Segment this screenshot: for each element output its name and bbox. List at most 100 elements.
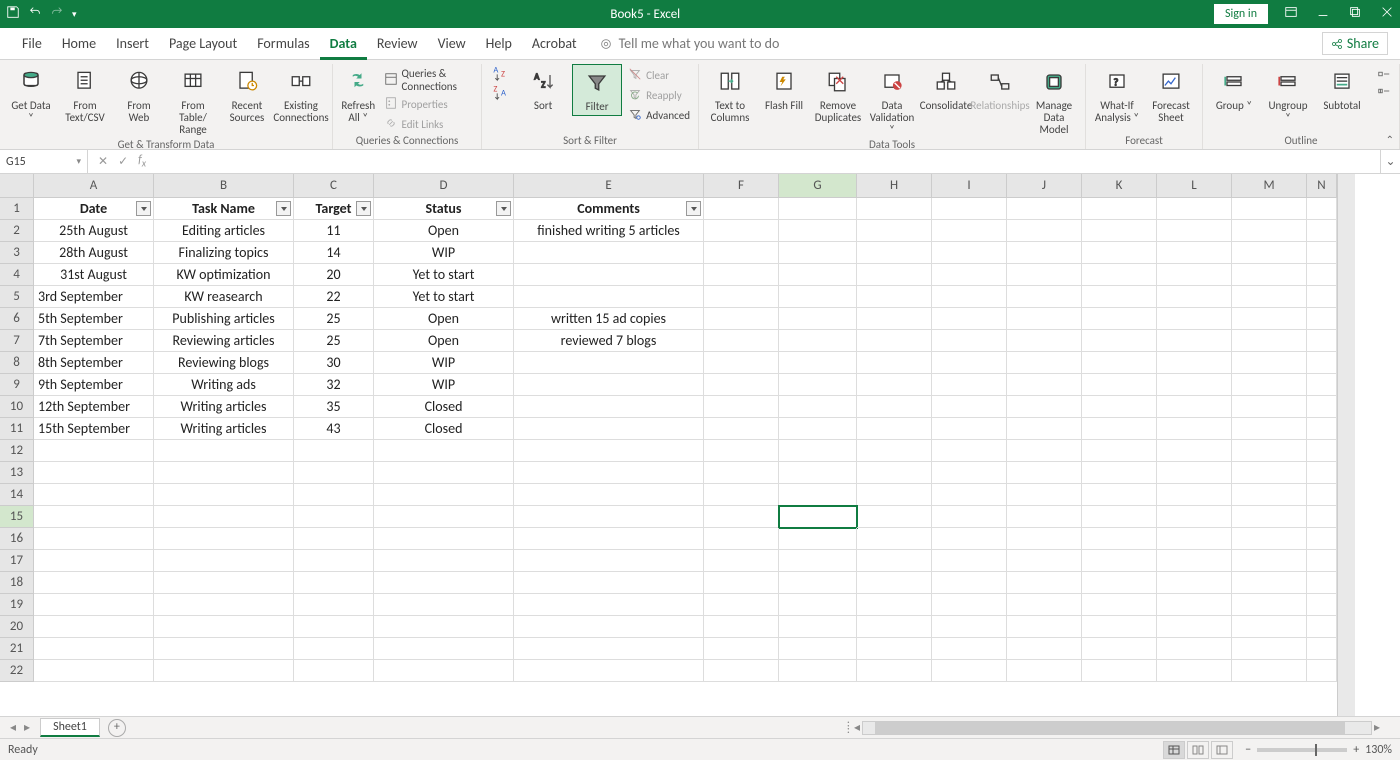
cell-M15[interactable] [1232, 506, 1307, 528]
cell-H1[interactable] [857, 198, 932, 220]
cell-H6[interactable] [857, 308, 932, 330]
cell-K14[interactable] [1082, 484, 1157, 506]
cell-E9[interactable] [514, 374, 704, 396]
minimize-icon[interactable] [1316, 5, 1330, 23]
cell-F20[interactable] [704, 616, 779, 638]
cell-L16[interactable] [1157, 528, 1232, 550]
existing-connections-button[interactable]: Existing Connections [276, 64, 326, 126]
cell-E11[interactable] [514, 418, 704, 440]
cell-K9[interactable] [1082, 374, 1157, 396]
vertical-scrollbar[interactable] [1337, 198, 1355, 716]
queries-connections-button[interactable]: Queries & Connections [382, 66, 476, 94]
cell-B21[interactable] [154, 638, 294, 660]
cell-B12[interactable] [154, 440, 294, 462]
cell-N11[interactable] [1307, 418, 1337, 440]
cell-F15[interactable] [704, 506, 779, 528]
cell-M16[interactable] [1232, 528, 1307, 550]
cell-G10[interactable] [779, 396, 857, 418]
cell-H7[interactable] [857, 330, 932, 352]
ungroup-button[interactable]: Ungroup ˅ [1263, 64, 1313, 126]
cell-L19[interactable] [1157, 594, 1232, 616]
sort-button[interactable]: AZSort [518, 64, 568, 114]
cell-A2[interactable]: 25th August [34, 220, 154, 242]
cell-C2[interactable]: 11 [294, 220, 374, 242]
tab-pagelayout[interactable]: Page Layout [159, 28, 247, 60]
row-header-16[interactable]: 16 [0, 528, 34, 550]
row-header-6[interactable]: 6 [0, 308, 34, 330]
row-header-4[interactable]: 4 [0, 264, 34, 286]
cell-I4[interactable] [932, 264, 1007, 286]
cell-K22[interactable] [1082, 660, 1157, 682]
cell-K10[interactable] [1082, 396, 1157, 418]
cell-B22[interactable] [154, 660, 294, 682]
cell-A11[interactable]: 15th September [34, 418, 154, 440]
cell-K13[interactable] [1082, 462, 1157, 484]
cell-M18[interactable] [1232, 572, 1307, 594]
row-header-5[interactable]: 5 [0, 286, 34, 308]
cell-I21[interactable] [932, 638, 1007, 660]
cell-B18[interactable] [154, 572, 294, 594]
cell-B8[interactable]: Reviewing blogs [154, 352, 294, 374]
collapse-ribbon-icon[interactable]: ⌃ [1386, 133, 1394, 146]
cell-E2[interactable]: finished writing 5 articles [514, 220, 704, 242]
clear-button[interactable]: Clear [626, 66, 692, 85]
cell-D10[interactable]: Closed [374, 396, 514, 418]
name-box[interactable]: G15▾ [0, 150, 88, 173]
cell-L21[interactable] [1157, 638, 1232, 660]
cell-L18[interactable] [1157, 572, 1232, 594]
whatif-button[interactable]: ?What-If Analysis ˅ [1092, 64, 1142, 126]
cell-H22[interactable] [857, 660, 932, 682]
tab-acrobat[interactable]: Acrobat [522, 28, 587, 60]
cell-M12[interactable] [1232, 440, 1307, 462]
cell-M3[interactable] [1232, 242, 1307, 264]
row-header-21[interactable]: 21 [0, 638, 34, 660]
sort-az-button[interactable]: AZZA [488, 64, 514, 102]
row-header-7[interactable]: 7 [0, 330, 34, 352]
data-validation-button[interactable]: Data Validation ˅ [867, 64, 917, 138]
cell-I8[interactable] [932, 352, 1007, 374]
cell-F21[interactable] [704, 638, 779, 660]
row-header-15[interactable]: 15 [0, 506, 34, 528]
show-detail-button[interactable] [1375, 66, 1393, 82]
from-tablerange-button[interactable]: From Table/ Range [168, 64, 218, 138]
cell-A4[interactable]: 31st August [34, 264, 154, 286]
row-header-2[interactable]: 2 [0, 220, 34, 242]
cell-N10[interactable] [1307, 396, 1337, 418]
cell-J13[interactable] [1007, 462, 1082, 484]
ribbon-display-icon[interactable] [1284, 5, 1298, 23]
tab-file[interactable]: File [12, 28, 52, 60]
cell-I18[interactable] [932, 572, 1007, 594]
cell-C18[interactable] [294, 572, 374, 594]
cell-J19[interactable] [1007, 594, 1082, 616]
cell-G8[interactable] [779, 352, 857, 374]
cell-F4[interactable] [704, 264, 779, 286]
cell-D22[interactable] [374, 660, 514, 682]
cell-K18[interactable] [1082, 572, 1157, 594]
cell-H18[interactable] [857, 572, 932, 594]
cell-A5[interactable]: 3rd September [34, 286, 154, 308]
cell-D13[interactable] [374, 462, 514, 484]
close-icon[interactable] [1380, 5, 1394, 23]
cell-J2[interactable] [1007, 220, 1082, 242]
hide-detail-button[interactable] [1375, 83, 1393, 99]
cell-J12[interactable] [1007, 440, 1082, 462]
cell-E20[interactable] [514, 616, 704, 638]
cell-D1[interactable]: Status [374, 198, 514, 220]
flash-fill-button[interactable]: Flash Fill [759, 64, 809, 114]
cell-A16[interactable] [34, 528, 154, 550]
cell-J4[interactable] [1007, 264, 1082, 286]
cell-B15[interactable] [154, 506, 294, 528]
select-all-corner[interactable] [0, 174, 34, 198]
cell-M10[interactable] [1232, 396, 1307, 418]
filter-dropdown-icon[interactable] [686, 201, 701, 216]
cell-M7[interactable] [1232, 330, 1307, 352]
cell-M4[interactable] [1232, 264, 1307, 286]
cell-B11[interactable]: Writing articles [154, 418, 294, 440]
properties-button[interactable]: Properties [382, 95, 476, 114]
cell-C19[interactable] [294, 594, 374, 616]
new-sheet-button[interactable]: + [108, 719, 126, 737]
cell-M2[interactable] [1232, 220, 1307, 242]
tell-me-input[interactable]: Tell me what you want to do [599, 35, 780, 52]
cell-D3[interactable]: WIP [374, 242, 514, 264]
cell-G5[interactable] [779, 286, 857, 308]
